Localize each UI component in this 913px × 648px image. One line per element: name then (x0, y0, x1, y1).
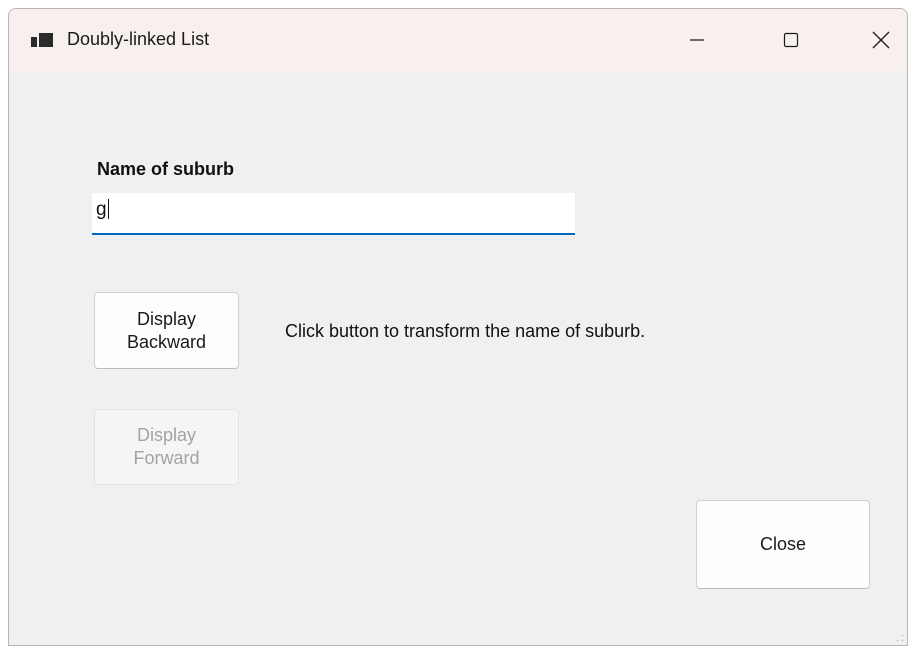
suburb-input-value: g (96, 199, 107, 220)
resize-grip-icon[interactable] (896, 634, 904, 642)
maximize-icon (783, 32, 799, 48)
suburb-label: Name of suburb (97, 159, 235, 179)
display-forward-label-line2: Forward (133, 448, 200, 468)
form-window-icon (31, 33, 53, 47)
title-bar[interactable]: Doubly-linked List (9, 9, 907, 71)
close-icon (872, 31, 890, 49)
window-title: Doubly-linked List (67, 29, 210, 49)
minimize-icon (690, 39, 704, 41)
close-button-label: Close (759, 534, 807, 554)
display-backward-label-line1: Display (136, 308, 197, 329)
display-backward-button[interactable]: Display Backward (94, 292, 239, 369)
close-window-button[interactable] (835, 9, 907, 71)
display-forward-button[interactable]: Display Forward (94, 409, 239, 485)
close-button[interactable]: Close (696, 500, 870, 589)
minimize-button[interactable] (651, 9, 743, 71)
display-forward-label-line1: Display (136, 425, 197, 445)
maximize-button[interactable] (745, 9, 837, 71)
app-window: Doubly-linked List Name of suburb g Disp… (8, 8, 908, 646)
suburb-input[interactable]: g (92, 193, 575, 235)
text-caret (107, 199, 109, 219)
display-backward-label-line2: Backward (126, 331, 207, 352)
hint-text: Click button to transform the name of su… (285, 321, 646, 341)
